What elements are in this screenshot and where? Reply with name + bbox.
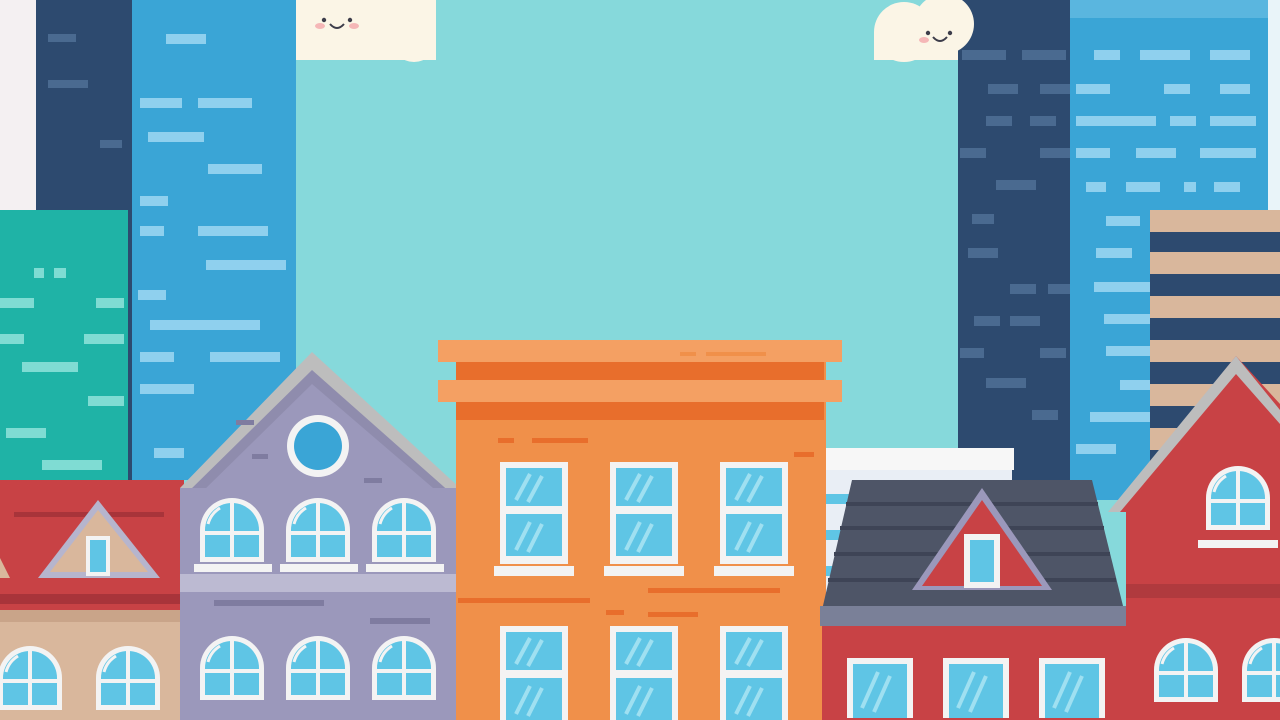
skyscraper-navy-right (958, 0, 1072, 480)
cloud-left (296, 0, 436, 62)
house-red-left (0, 480, 184, 720)
city-scene (0, 0, 1280, 720)
skyscraper-teal-left (0, 210, 128, 480)
building-orange (438, 340, 842, 720)
house-slate-roof (820, 480, 1126, 720)
